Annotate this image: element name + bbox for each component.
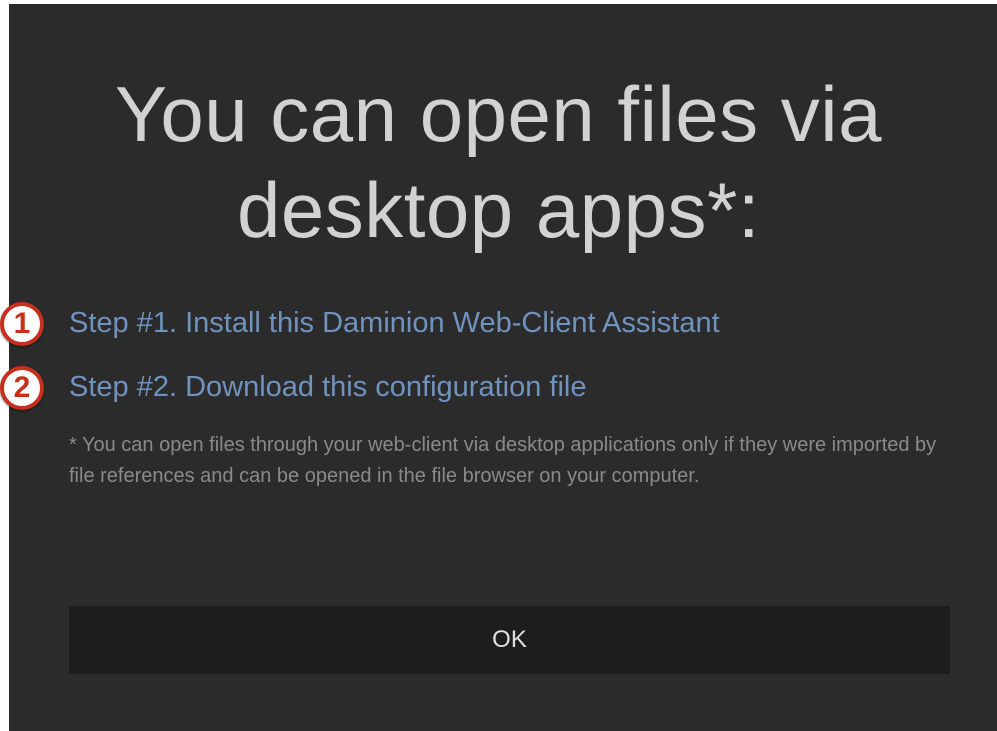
footnote-text: * You can open files through your web-cl… [69, 434, 937, 487]
install-assistant-link[interactable]: Step #1. Install this Daminion Web-Clien… [69, 305, 720, 341]
ok-button[interactable]: OK [69, 606, 950, 674]
dialog-title: You can open files via desktop apps*: [114, 70, 882, 254]
download-config-link[interactable]: Step #2. Download this configuration fil… [69, 369, 586, 405]
step-1-marker: 1 [0, 302, 44, 346]
step-2-marker: 2 [0, 366, 44, 410]
